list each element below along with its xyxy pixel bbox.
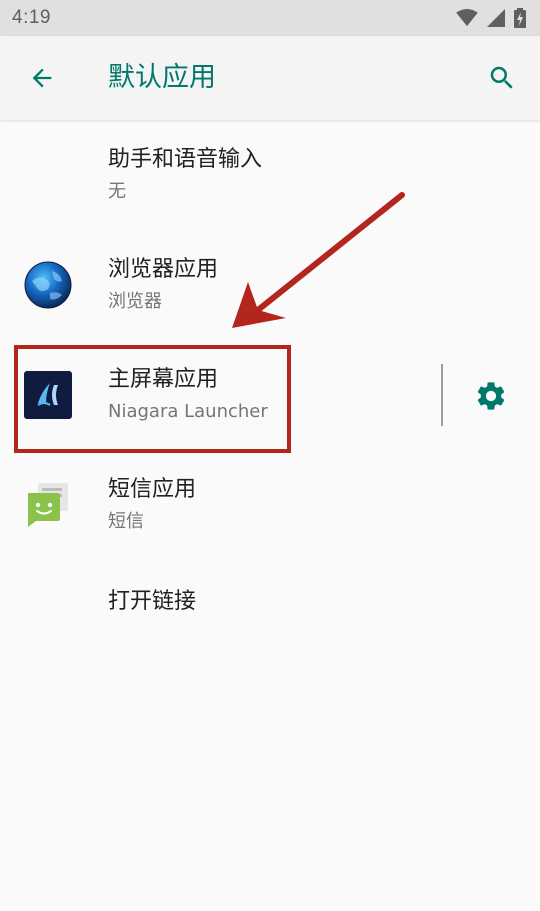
home-app-settings-button[interactable] <box>468 373 514 419</box>
item-subtitle: 短信 <box>108 511 144 532</box>
list-item-browser[interactable]: 浏览器应用 浏览器 <box>0 230 540 340</box>
list-item-open-links[interactable]: 打开链接 <box>0 560 540 670</box>
battery-charging-icon <box>514 8 526 28</box>
item-title: 短信应用 <box>108 477 197 502</box>
search-icon <box>490 66 513 89</box>
item-subtitle: 浏览器 <box>108 291 162 312</box>
item-subtitle: 无 <box>108 181 126 202</box>
vertical-divider <box>441 364 443 426</box>
list-item-sms-app[interactable]: 短信应用 短信 <box>0 450 540 560</box>
status-bar: 4:19 <box>0 0 540 36</box>
status-icons <box>456 8 526 28</box>
globe-icon <box>24 261 72 309</box>
item-title: 打开链接 <box>108 589 197 614</box>
status-time: 4:19 <box>12 7 51 28</box>
item-title: 助手和语音输入 <box>108 147 263 172</box>
wifi-icon <box>456 9 478 27</box>
gear-icon <box>477 382 505 410</box>
cellular-signal-icon <box>487 9 505 27</box>
list-item-assistant[interactable]: 助手和语音输入 无 <box>0 120 540 230</box>
item-title: 浏览器应用 <box>108 257 219 282</box>
search-button[interactable] <box>482 58 522 98</box>
arrow-back-icon <box>32 68 52 88</box>
app-bar: 默认应用 <box>0 36 540 120</box>
messaging-icon <box>28 483 68 527</box>
back-button[interactable] <box>22 58 62 98</box>
page-title: 默认应用 <box>108 62 216 93</box>
highlight-box <box>14 345 291 453</box>
